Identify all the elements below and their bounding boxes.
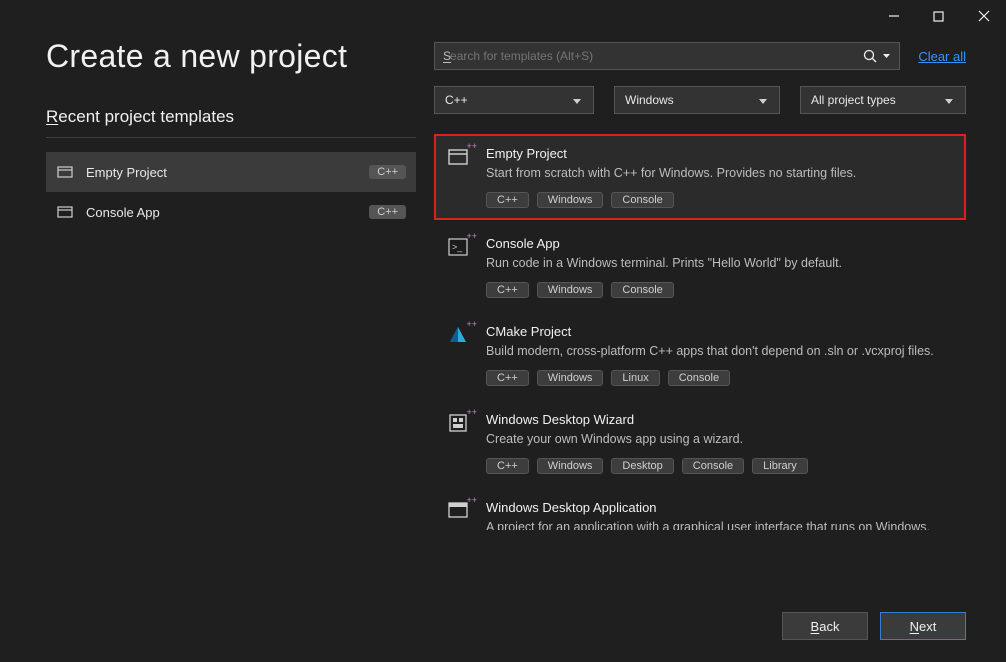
recent-item-label: Console App — [86, 205, 363, 220]
project-icon — [56, 163, 74, 181]
template-icon: ++>_ — [444, 236, 472, 264]
template-tag: Linux — [611, 370, 659, 386]
recent-item-label: Empty Project — [86, 165, 363, 180]
minimize-button[interactable] — [871, 2, 916, 30]
template-item[interactable]: ++ Empty Project Start from scratch with C… — [434, 134, 966, 220]
template-tag: C++ — [486, 458, 529, 474]
template-title: CMake Project — [486, 324, 956, 339]
template-tags: C++ Windows Linux Console — [486, 370, 956, 386]
language-combo[interactable]: C++ — [434, 86, 594, 114]
template-tag: Windows — [537, 458, 604, 474]
template-icon: ++ — [444, 500, 472, 528]
template-tag: Console — [682, 458, 744, 474]
template-tag: Console — [611, 192, 673, 208]
next-button[interactable]: Next — [880, 612, 966, 640]
maximize-button[interactable] — [916, 2, 961, 30]
svg-text:>_: >_ — [452, 242, 463, 252]
template-desc: Create your own Windows app using a wiza… — [486, 431, 956, 448]
window-titlebar — [0, 0, 1006, 32]
template-title: Empty Project — [486, 146, 956, 161]
template-icon: ++ — [444, 412, 472, 440]
search-icon[interactable] — [859, 49, 881, 63]
template-tags: C++ Windows Desktop Console Library — [486, 458, 956, 474]
recent-item-tag: C++ — [369, 165, 406, 179]
search-input[interactable] — [450, 49, 859, 63]
template-tag: Windows — [537, 370, 604, 386]
chevron-down-icon — [945, 93, 955, 107]
back-button[interactable]: Back — [782, 612, 868, 640]
templates-list: ++ Empty Project Start from scratch with C… — [434, 134, 966, 530]
template-tag: Console — [611, 282, 673, 298]
language-combo-value: C++ — [445, 93, 468, 107]
template-tag: Console — [668, 370, 730, 386]
recent-item[interactable]: Console App C++ — [46, 192, 416, 232]
template-tags: C++ Windows Console — [486, 192, 956, 208]
template-title: Windows Desktop Wizard — [486, 412, 956, 427]
template-tag: C++ — [486, 192, 529, 208]
platform-combo[interactable]: Windows — [614, 86, 780, 114]
template-title: Windows Desktop Application — [486, 500, 956, 515]
template-item[interactable]: ++>_ Console App Run code in a Windows ter… — [434, 224, 966, 310]
template-item[interactable]: ++ Windows Desktop Wizard Create your own … — [434, 400, 966, 486]
template-tag: Windows — [537, 282, 604, 298]
chevron-down-icon — [759, 93, 769, 107]
template-tag: C++ — [486, 282, 529, 298]
template-desc: Run code in a Windows terminal. Prints "… — [486, 255, 956, 272]
search-input-container[interactable]: S — [434, 42, 900, 70]
project-icon — [56, 203, 74, 221]
template-tag: Library — [752, 458, 808, 474]
template-icon: ++ — [444, 146, 472, 174]
recent-heading: Recent project templates — [46, 107, 416, 138]
template-tag: Desktop — [611, 458, 673, 474]
recent-item-tag: C++ — [369, 205, 406, 219]
template-tags: C++ Windows Console — [486, 282, 956, 298]
template-desc: Build modern, cross-platform C++ apps th… — [486, 343, 956, 360]
template-tag: C++ — [486, 370, 529, 386]
project-type-combo[interactable]: All project types — [800, 86, 966, 114]
search-dropdown-icon[interactable] — [881, 54, 891, 58]
template-title: Console App — [486, 236, 956, 251]
template-tag: Windows — [537, 192, 604, 208]
template-item[interactable]: ++ CMake Project Build modern, cross-platf… — [434, 312, 966, 398]
platform-combo-value: Windows — [625, 93, 674, 107]
page-title: Create a new project — [46, 38, 416, 75]
clear-all-link[interactable]: Clear all — [918, 49, 966, 64]
project-type-combo-value: All project types — [811, 93, 896, 107]
recent-item[interactable]: Empty Project C++ — [46, 152, 416, 192]
recent-list: Empty Project C++ Console App C++ — [46, 152, 416, 232]
chevron-down-icon — [573, 93, 583, 107]
template-desc: Start from scratch with C++ for Windows.… — [486, 165, 956, 182]
template-icon: ++ — [444, 324, 472, 352]
close-button[interactable] — [961, 2, 1006, 30]
template-desc: A project for an application with a grap… — [486, 519, 956, 531]
template-item[interactable]: ++ Windows Desktop Application A project f… — [434, 488, 966, 531]
